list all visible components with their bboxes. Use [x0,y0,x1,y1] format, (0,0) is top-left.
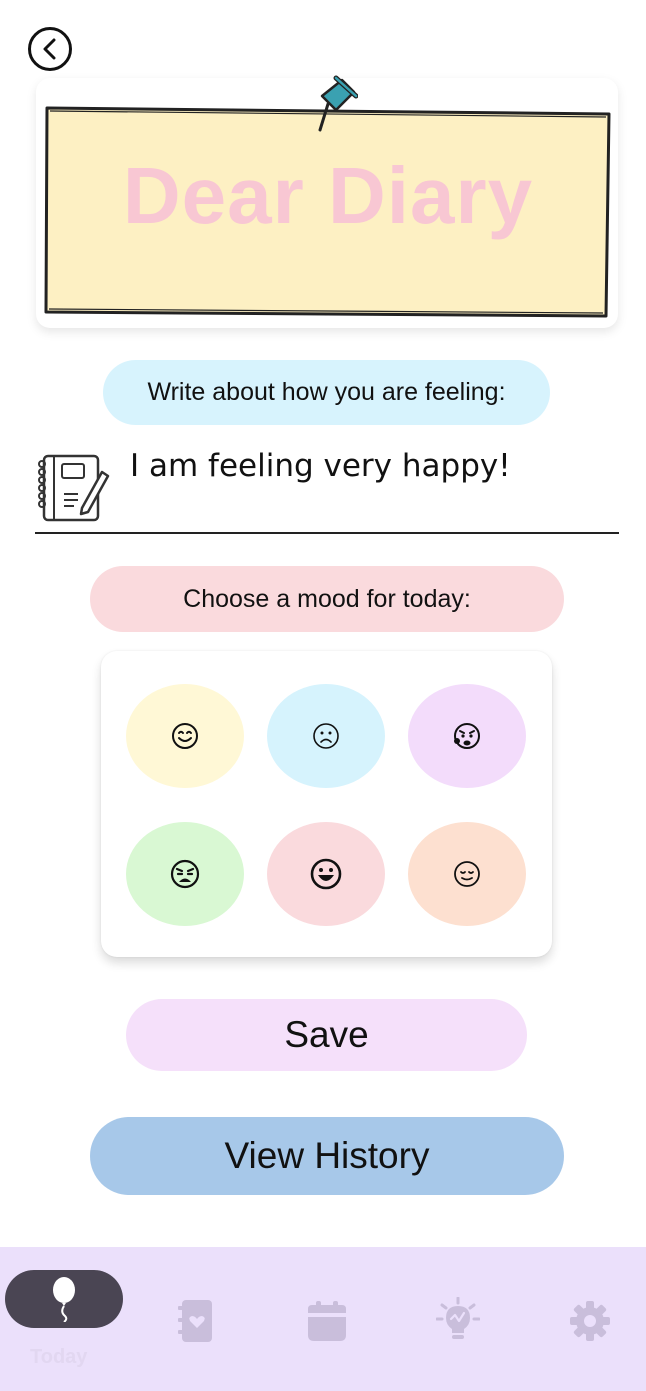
nav-item-calendar[interactable] [303,1297,351,1345]
save-button[interactable]: Save [126,999,527,1071]
sad-face-icon [313,723,339,749]
diary-entry-input[interactable]: I am feeling very happy! [130,448,511,484]
mood-option-excited[interactable] [267,822,385,926]
nav-item-today-label: Today [30,1346,88,1368]
nav-item-journal[interactable] [172,1297,220,1345]
anxious-face-icon [454,723,480,749]
feeling-prompt-text: Write about how you are feeling: [147,378,506,406]
mood-option-sad[interactable] [267,684,385,788]
gear-icon [570,1301,610,1341]
mood-option-happy[interactable] [126,684,244,788]
chevron-left-icon [43,38,56,60]
page-title: Dear Diary [122,151,534,240]
journal-heart-icon [178,1300,212,1342]
feeling-prompt-label: Write about how you are feeling: [103,360,550,425]
calm-face-icon [454,861,480,887]
smiling-face-icon [172,723,198,749]
view-history-label: View History [224,1135,430,1176]
entry-underline [35,532,619,534]
mood-option-anxious[interactable] [408,684,526,788]
back-button[interactable] [28,27,72,71]
tired-face-icon [170,859,200,889]
balloon-icon [48,1276,80,1322]
mood-prompt-label: Choose a mood for today: [90,566,564,632]
mood-option-calm[interactable] [408,822,526,926]
pushpin-icon [312,74,359,138]
nav-item-settings[interactable] [566,1297,614,1345]
journal-pen-icon [34,450,110,530]
lightbulb-icon [436,1297,480,1339]
grinning-face-icon [310,858,342,890]
nav-item-ideas[interactable] [434,1296,482,1344]
mood-prompt-text: Choose a mood for today: [183,584,471,613]
view-history-button[interactable]: View History [90,1117,564,1195]
mood-option-tired[interactable] [126,822,244,926]
calendar-icon [308,1301,346,1341]
save-button-label: Save [284,1014,369,1055]
